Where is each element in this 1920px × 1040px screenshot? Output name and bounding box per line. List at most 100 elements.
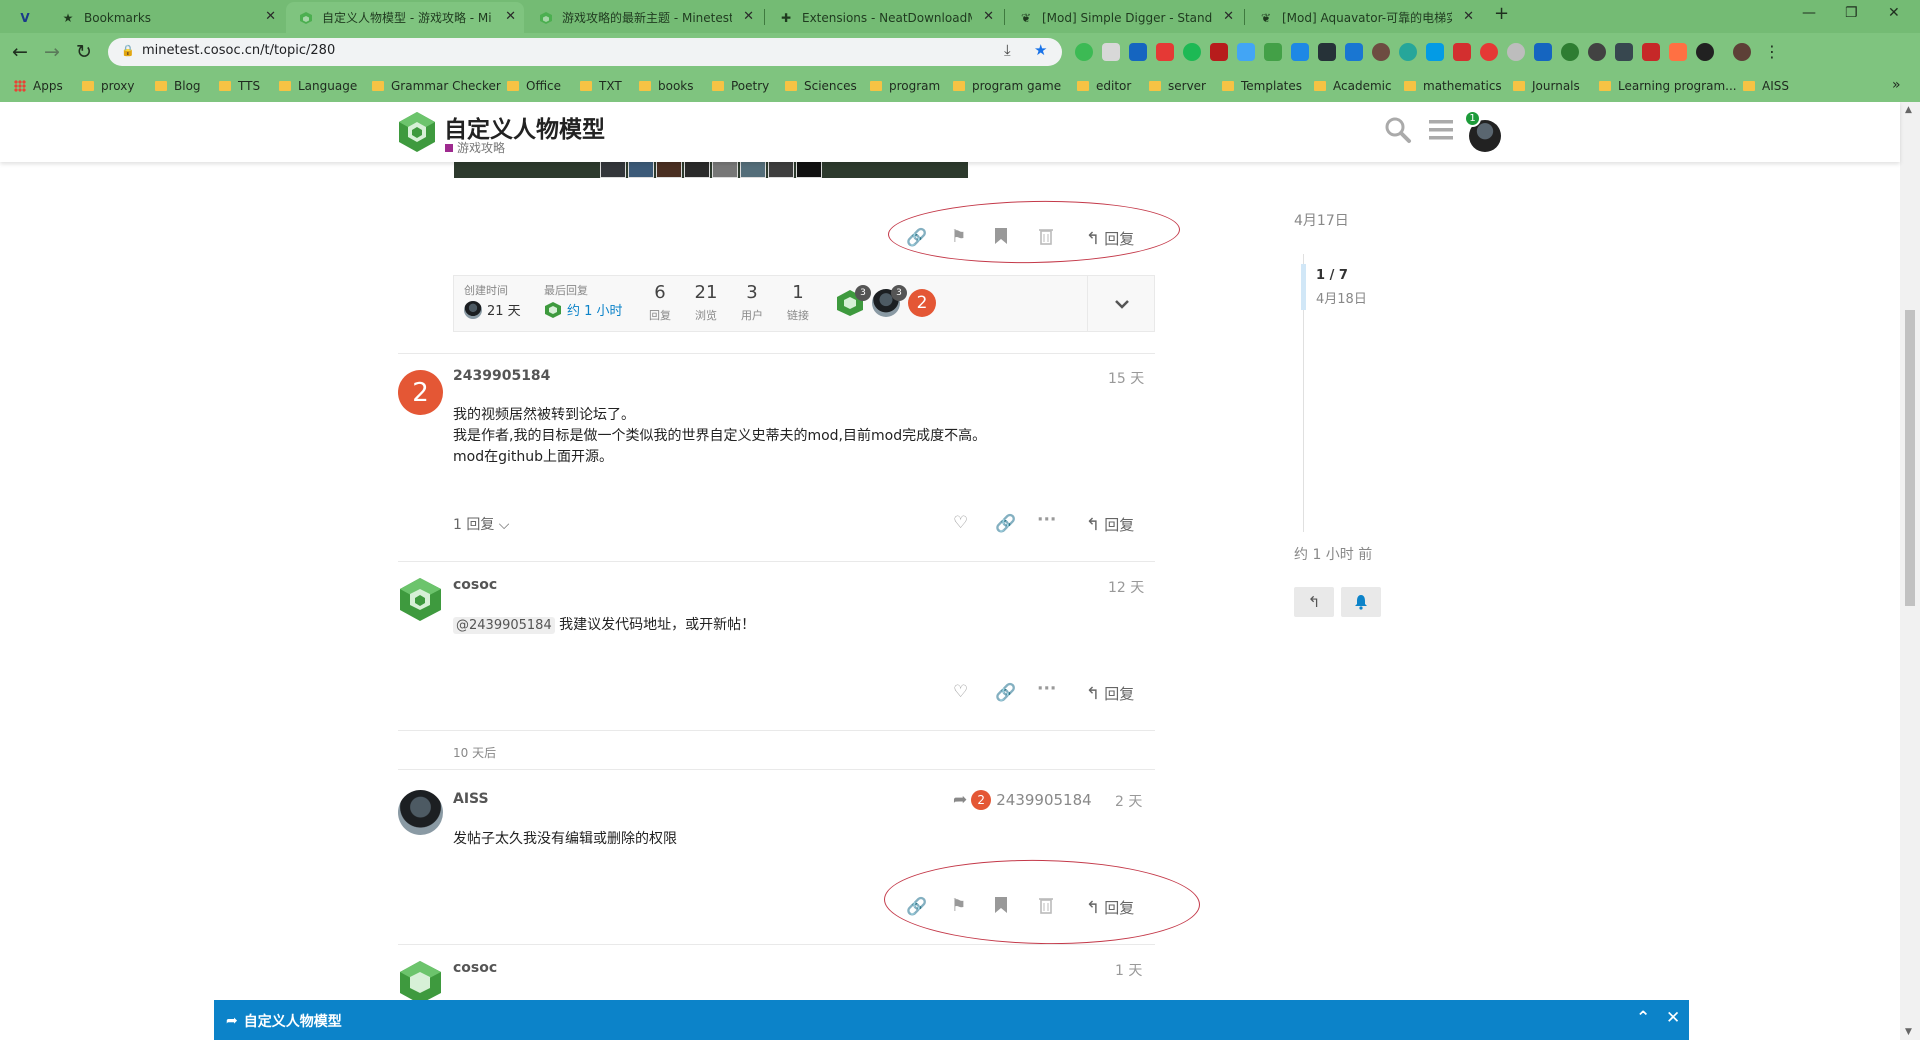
copy-link-icon[interactable]: 🔗 — [995, 683, 1016, 703]
tab-bookmarks[interactable]: ★ Bookmarks ✕ — [48, 2, 284, 33]
extension-icon[interactable] — [1561, 43, 1579, 61]
like-icon[interactable]: ♡ — [953, 513, 968, 533]
post-date[interactable]: 15 天 — [1108, 368, 1144, 388]
window-close-icon[interactable]: ✕ — [1888, 5, 1900, 21]
extension-icon[interactable] — [1696, 43, 1714, 61]
close-icon[interactable]: ✕ — [505, 9, 516, 24]
post-date[interactable]: 2 天 — [1115, 791, 1142, 811]
bookmarks-overflow-button[interactable]: » — [1892, 77, 1901, 93]
restore-icon[interactable]: ❐ — [1845, 5, 1858, 21]
bookmark-folder[interactable]: books — [639, 79, 694, 93]
extension-icon[interactable] — [1102, 43, 1120, 61]
bookmark-folder[interactable]: Journals — [1513, 79, 1580, 93]
extension-icon[interactable] — [1291, 43, 1309, 61]
chrome-menu-icon[interactable]: ⋮ — [1764, 42, 1780, 61]
extension-icon[interactable] — [1615, 43, 1633, 61]
post-username[interactable]: cosoc — [453, 960, 497, 976]
bookmark-folder[interactable]: Grammar Checker — [372, 79, 501, 93]
post-avatar[interactable] — [398, 790, 443, 835]
reply-composer-bar[interactable]: ➦ 自定义人物模型 ⌃ ✕ — [214, 1000, 1689, 1040]
bookmark-folder[interactable]: Academic — [1314, 79, 1392, 93]
close-icon[interactable]: ✕ — [1223, 9, 1234, 24]
site-logo-icon[interactable] — [398, 111, 436, 153]
timeline-start-date[interactable]: 4月17日 — [1294, 210, 1349, 230]
post-avatar[interactable] — [398, 960, 443, 1005]
extension-icon[interactable] — [1507, 43, 1525, 61]
back-icon[interactable]: ← — [12, 41, 28, 63]
extension-icon[interactable] — [1264, 43, 1282, 61]
reload-icon[interactable]: ↻ — [76, 41, 92, 63]
extension-icon[interactable] — [1183, 43, 1201, 61]
participant-avatar[interactable]: 2 — [908, 289, 936, 317]
bookmark-folder[interactable]: AISS — [1743, 79, 1789, 93]
bookmark-folder[interactable]: editor — [1077, 79, 1131, 93]
scrollbar-thumb[interactable] — [1905, 310, 1915, 606]
extension-icon[interactable] — [1453, 43, 1471, 61]
reply-button[interactable]: ↰ 回复 — [1086, 683, 1134, 704]
install-app-icon[interactable]: ⤓ — [1004, 41, 1011, 59]
search-icon[interactable] — [1384, 116, 1412, 151]
bookmark-folder[interactable]: TXT — [580, 79, 622, 93]
post-date[interactable]: 12 天 — [1108, 577, 1144, 597]
post-avatar[interactable] — [398, 577, 443, 622]
bookmark-folder[interactable]: Blog — [155, 79, 201, 93]
post-username[interactable]: AISS — [453, 791, 489, 807]
tab-search-menu[interactable]: V — [6, 2, 40, 33]
close-icon[interactable]: ✕ — [1463, 9, 1474, 24]
extension-icon[interactable] — [1534, 43, 1552, 61]
close-composer-icon[interactable]: ✕ — [1666, 1008, 1680, 1028]
timeline-end-label[interactable]: 约 1 小时 前 — [1294, 544, 1372, 564]
extension-icon[interactable] — [1588, 43, 1606, 61]
close-icon[interactable]: ✕ — [743, 9, 754, 24]
expand-composer-icon[interactable]: ⌃ — [1636, 1008, 1650, 1028]
bookmark-folder[interactable]: Templates — [1222, 79, 1302, 93]
extension-icon[interactable] — [1237, 43, 1255, 61]
notifications-button[interactable] — [1341, 587, 1381, 617]
bookmark-folder[interactable]: Poetry — [712, 79, 769, 93]
bookmark-folder[interactable]: Learning program... — [1599, 79, 1737, 93]
url-text[interactable]: minetest.cosoc.cn/t/topic/280 — [142, 43, 335, 58]
extension-icon[interactable] — [1372, 43, 1390, 61]
minimize-icon[interactable]: — — [1802, 5, 1816, 21]
extension-icon[interactable] — [1669, 43, 1687, 61]
extension-icon[interactable] — [1399, 43, 1417, 61]
user-mention-link[interactable]: @2439905184 — [453, 617, 555, 634]
bookmark-folder[interactable]: Sciences — [785, 79, 857, 93]
like-icon[interactable]: ♡ — [953, 682, 968, 702]
timeline-handle[interactable] — [1301, 264, 1306, 310]
bookmark-folder[interactable]: server — [1149, 79, 1206, 93]
expand-topic-map-button[interactable] — [1087, 276, 1155, 331]
bookmark-folder[interactable]: TTS — [219, 79, 260, 93]
last-reply-value[interactable]: 约 1 小时 — [544, 300, 623, 319]
profile-avatar-icon[interactable] — [1733, 43, 1751, 61]
bookmark-folder[interactable]: mathematics — [1404, 79, 1502, 93]
category-badge[interactable]: 游戏攻略 — [445, 139, 505, 156]
show-replies-button[interactable]: 1 回复 ⌵ — [453, 514, 509, 534]
forward-icon[interactable]: → — [44, 41, 60, 63]
tab-aquavator[interactable]: ❦ [Mod] Aquavator-可靠的电梯实现 ✕ — [1246, 2, 1482, 33]
extension-icon[interactable] — [1129, 43, 1147, 61]
scroll-down-icon[interactable]: ▼ — [1905, 1027, 1912, 1037]
extension-icon[interactable] — [1156, 43, 1174, 61]
bookmark-folder[interactable]: program — [870, 79, 940, 93]
post-username[interactable]: cosoc — [453, 577, 497, 593]
tab-extensions[interactable]: ✚ Extensions - NeatDownloadMana ✕ — [766, 2, 1002, 33]
timeline-reply-button[interactable]: ↰ — [1294, 587, 1334, 617]
copy-link-icon[interactable]: 🔗 — [995, 514, 1016, 534]
more-actions-icon[interactable]: ··· — [1037, 510, 1056, 530]
post-date[interactable]: 1 天 — [1115, 960, 1142, 980]
extension-icon[interactable] — [1642, 43, 1660, 61]
extension-icon[interactable] — [1345, 43, 1363, 61]
close-icon[interactable]: ✕ — [983, 9, 994, 24]
tab-custom-model[interactable]: 自定义人物模型 - 游戏攻略 - Min ✕ — [286, 2, 524, 33]
hamburger-menu-icon[interactable] — [1428, 118, 1454, 149]
extension-icon[interactable] — [1075, 43, 1093, 61]
bookmark-folder[interactable]: program game — [953, 79, 1061, 93]
bookmark-folder[interactable]: proxy — [82, 79, 134, 93]
tab-simple-digger[interactable]: ❦ [Mod] Simple Digger - Standalon ✕ — [1006, 2, 1242, 33]
close-icon[interactable]: ✕ — [265, 9, 276, 24]
extension-icon[interactable] — [1480, 43, 1498, 61]
reply-to-tab[interactable]: ➦ 2 2439905184 — [953, 790, 1092, 810]
bookmark-folder[interactable]: Language — [279, 79, 357, 93]
new-tab-icon[interactable]: + — [1494, 3, 1509, 24]
